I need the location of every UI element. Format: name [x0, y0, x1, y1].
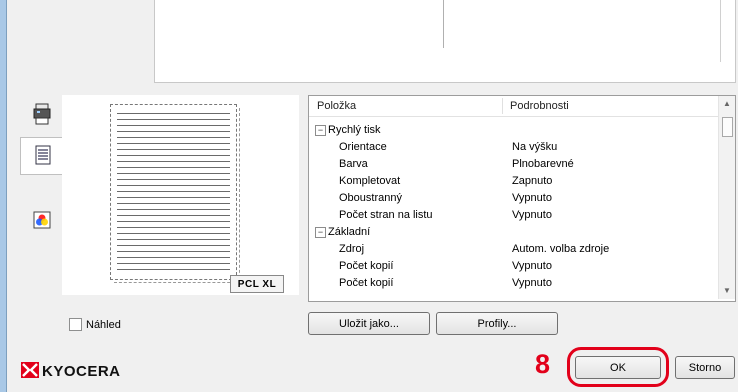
item-value: Zapnuto [512, 175, 553, 187]
column-details[interactable]: Podrobnosti [510, 100, 569, 112]
list-item[interactable]: Orientace Na výšku [309, 139, 719, 156]
item-label: Počet stran na listu [339, 209, 433, 221]
item-value: Plnobarevné [512, 158, 574, 170]
preview-checkbox-label: Náhled [86, 318, 121, 331]
collapse-icon[interactable]: − [315, 125, 326, 136]
list-item[interactable]: Zdroj Autom. volba zdroje [309, 241, 719, 258]
list-item[interactable]: Počet kopií Vypnuto [309, 258, 719, 275]
settings-summary-list[interactable]: Položka Podrobnosti − Rychlý tisk Orient… [308, 95, 736, 302]
list-item[interactable]: Počet kopií Vypnuto [309, 275, 719, 292]
item-label: Orientace [339, 141, 387, 153]
cancel-button[interactable]: Storno [675, 356, 735, 379]
group-row[interactable]: − Základní [309, 224, 719, 241]
profiles-button[interactable]: Profily... [436, 312, 558, 335]
kyocera-mark-icon [21, 362, 39, 381]
item-label: Počet kopií [339, 260, 394, 272]
item-label: Zdroj [339, 243, 365, 255]
save-as-button[interactable]: Uložit jako... [308, 312, 430, 335]
page-text-lines [117, 113, 230, 271]
list-item[interactable]: Oboustranný Vypnuto [309, 190, 719, 207]
item-value: Vypnuto [512, 277, 552, 289]
item-label: Kompletovat [339, 175, 401, 187]
tab-color[interactable] [20, 203, 64, 239]
tab-document[interactable] [20, 137, 65, 175]
item-value: Vypnuto [512, 260, 552, 272]
list-header: Položka Podrobnosti [309, 96, 719, 117]
tab-device[interactable] [20, 97, 64, 133]
scroll-thumb[interactable] [722, 117, 733, 137]
item-value: Vypnuto [512, 192, 552, 204]
item-value: Vypnuto [512, 209, 552, 221]
ok-button[interactable]: OK [575, 356, 661, 379]
item-value: Autom. volba zdroje [512, 243, 610, 255]
page-sheet [110, 104, 237, 280]
column-divider [502, 98, 503, 114]
item-label: Počet kopií [339, 277, 394, 289]
page-preview: PCL XL [62, 95, 299, 295]
scroll-down-icon[interactable]: ▼ [719, 284, 735, 298]
document-icon [35, 145, 51, 168]
preview-checkbox-control[interactable]: Náhled [69, 318, 121, 331]
item-label: Barva [339, 158, 368, 170]
list-item[interactable]: Barva Plnobarevné [309, 156, 719, 173]
print-preferences-dialog: PCL XL Položka Podrobnosti − Rychlý tisk… [7, 0, 738, 392]
list-item[interactable]: Kompletovat Zapnuto [309, 173, 719, 190]
group-label: Základní [328, 226, 371, 238]
group-label: Rychlý tisk [328, 124, 381, 136]
list-scrollbar[interactable]: ▲ ▼ [718, 96, 735, 299]
window-border [0, 0, 7, 392]
collapse-icon[interactable]: − [315, 227, 326, 238]
step-number: 8 [535, 349, 551, 379]
preview-tabs [20, 97, 65, 247]
color-icon [33, 211, 51, 232]
list-item[interactable]: Počet stran na listu Vypnuto [309, 207, 719, 224]
item-label: Oboustranný [339, 192, 402, 204]
upper-pane-scrollbar[interactable] [720, 0, 735, 62]
kyocera-logo: KYOCERA [21, 362, 121, 381]
column-item[interactable]: Položka [317, 100, 356, 112]
item-value: Na výšku [512, 141, 558, 153]
preview-checkbox[interactable] [69, 318, 82, 331]
list-rows: − Rychlý tisk Orientace Na výšku Barva P… [309, 122, 719, 292]
printer-icon [33, 103, 51, 128]
pane-splitter[interactable] [443, 0, 444, 48]
brand-name: KYOCERA [42, 363, 121, 380]
scroll-up-icon[interactable]: ▲ [719, 97, 735, 111]
group-row[interactable]: − Rychlý tisk [309, 122, 719, 139]
pdl-badge: PCL XL [230, 275, 284, 293]
upper-content-pane [154, 0, 736, 83]
